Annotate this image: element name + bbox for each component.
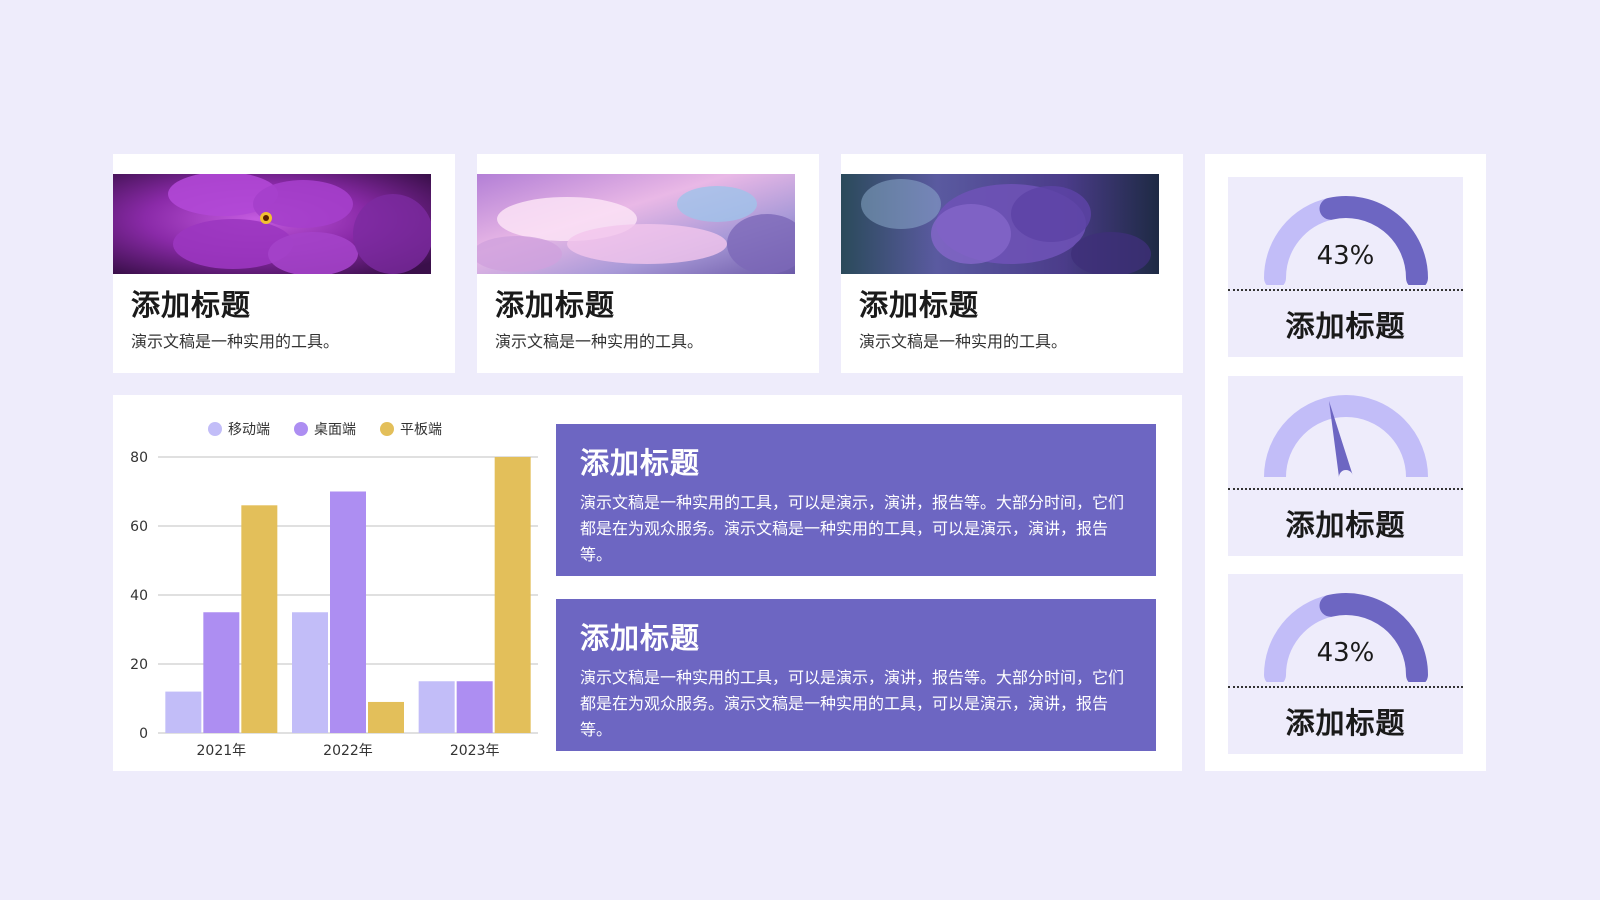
info-title: 添加标题 [580,446,701,480]
bar [418,681,455,733]
bar [165,691,202,733]
y-tick-label: 0 [139,726,148,742]
bar [203,612,240,733]
gauge-title: 添加标题 [1285,309,1406,343]
info-text: 演示文稿是一种实用的工具，可以是演示，演讲，报告等。大部分时间，它们都是在为观众… [580,668,1125,739]
card-title: 添加标题 [495,288,616,322]
purple-flower-photo [113,174,431,274]
divider [1228,488,1463,490]
x-tick-label: 2021年 [197,743,247,759]
gauge-panel: 43% 添加标题 添加标题 43% 添加标题 [1205,154,1486,771]
chart-panel: 移动端 桌面端 平板端 0 20 40 60 80 2021年 2022年 2023年 添加标… [113,395,1182,771]
y-tick-label: 80 [130,450,148,466]
pink-clouds-photo [477,174,795,274]
gauge-value: 43% [1316,638,1375,668]
bar [241,505,278,733]
y-tick-label: 40 [130,588,148,604]
divider [1228,289,1463,291]
gauge-card-1: 43% 添加标题 [1228,177,1463,357]
y-tick-label: 60 [130,519,148,535]
gauge-title: 添加标题 [1285,508,1406,542]
bar [292,612,328,733]
bar [368,701,404,733]
card-title: 添加标题 [859,288,980,322]
x-tick-label: 2023年 [450,743,500,759]
feature-card-1: 添加标题 演示文稿是一种实用的工具。 [113,154,455,373]
info-title: 添加标题 [580,621,701,655]
lilac-blossom-photo [841,174,1159,274]
info-box-1: 添加标题 演示文稿是一种实用的工具，可以是演示，演讲，报告等。大部分时间，它们都… [556,424,1156,576]
bar [494,457,531,733]
card-text: 演示文稿是一种实用的工具。 [495,332,704,351]
bar [456,681,493,733]
card-text: 演示文稿是一种实用的工具。 [131,332,340,351]
feature-card-3: 添加标题 演示文稿是一种实用的工具。 [841,154,1183,373]
gauge-card-3: 43% 添加标题 [1228,574,1463,754]
gauge-card-2: 添加标题 [1228,376,1463,556]
y-tick-label: 20 [130,657,148,673]
gauge-value: 43% [1316,241,1375,271]
progress-gauge [1264,196,1428,285]
feature-card-2: 添加标题 演示文稿是一种实用的工具。 [477,154,819,373]
gauge-title: 添加标题 [1285,706,1406,740]
bar-chart: 0 20 40 60 80 2021年 2022年 2023年 [130,450,538,759]
x-tick-label: 2022年 [323,743,373,759]
divider [1228,686,1463,688]
card-text: 演示文稿是一种实用的工具。 [859,332,1068,351]
needle-gauge [1264,395,1428,479]
progress-gauge [1264,593,1428,682]
info-box-2: 添加标题 演示文稿是一种实用的工具，可以是演示，演讲，报告等。大部分时间，它们都… [556,599,1156,751]
bar [330,491,366,733]
info-text: 演示文稿是一种实用的工具，可以是演示，演讲，报告等。大部分时间，它们都是在为观众… [580,493,1125,564]
card-title: 添加标题 [131,288,252,322]
